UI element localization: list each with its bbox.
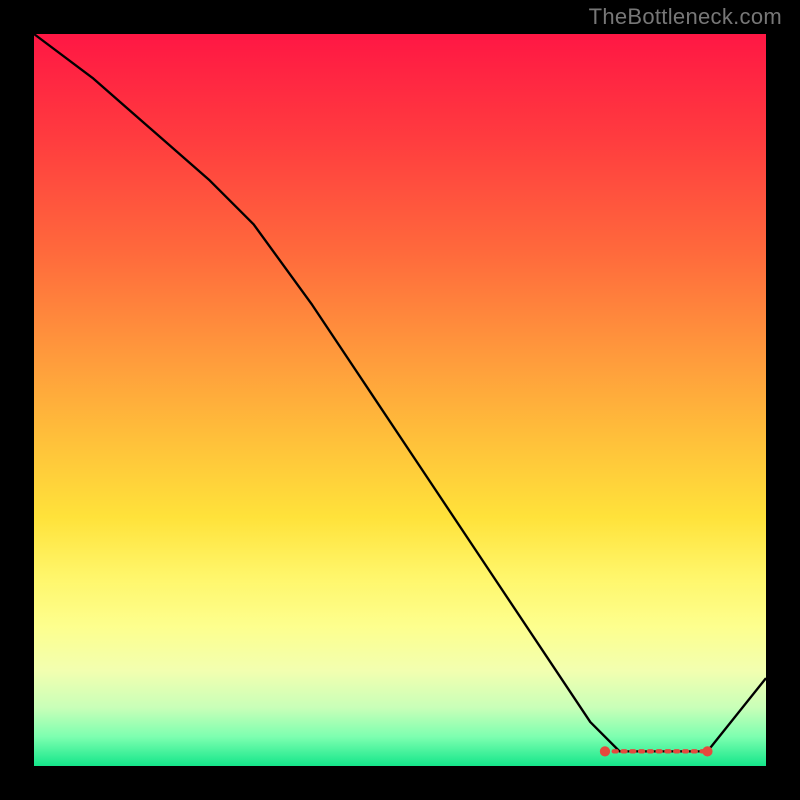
bottleneck-curve [34,34,766,751]
marker-dot-left [600,746,610,756]
chart-overlay-svg [34,34,766,766]
watermark-text: TheBottleneck.com [589,4,782,30]
chart-frame: TheBottleneck.com [0,0,800,800]
marker-dot-right [702,746,712,756]
